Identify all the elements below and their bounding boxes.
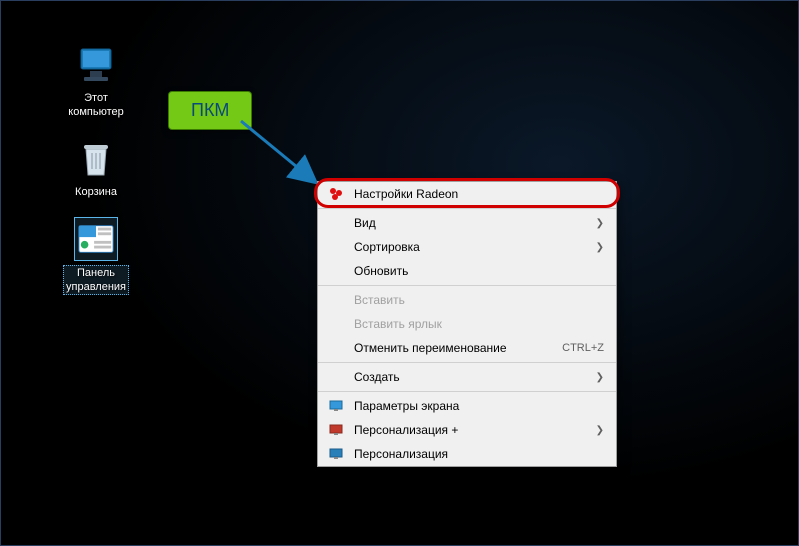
control-panel-icon[interactable]: Панель управления	[56, 217, 136, 295]
chevron-right-icon: ❯	[596, 242, 604, 253]
keyboard-shortcut: CTRL+Z	[562, 342, 604, 354]
chevron-right-icon: ❯	[596, 218, 604, 229]
personalize-plus-icon	[328, 422, 344, 438]
personalize-icon	[328, 446, 344, 462]
arrow-annotation	[236, 116, 326, 196]
separator	[318, 285, 616, 286]
menu-label: Вид	[354, 216, 376, 230]
menu-item-radeon[interactable]: Настройки Radeon	[318, 182, 616, 206]
menu-item-paste: Вставить	[318, 288, 616, 312]
menu-item-refresh[interactable]: Обновить	[318, 259, 616, 283]
menu-label: Вставить	[354, 293, 405, 307]
menu-item-new[interactable]: Создать ❯	[318, 365, 616, 389]
separator	[318, 362, 616, 363]
separator	[318, 208, 616, 209]
this-pc-icon[interactable]: Этот компьютер	[56, 43, 136, 119]
menu-item-view[interactable]: Вид ❯	[318, 211, 616, 235]
separator	[318, 391, 616, 392]
menu-label: Параметры экрана	[354, 399, 459, 413]
menu-label: Отменить переименование	[354, 341, 507, 355]
computer-icon	[74, 43, 118, 87]
menu-item-display[interactable]: Параметры экрана	[318, 394, 616, 418]
menu-item-personalize-plus[interactable]: Персонализация + ❯	[318, 418, 616, 442]
callout-text: ПКМ	[191, 100, 229, 120]
menu-item-sort[interactable]: Сортировка ❯	[318, 235, 616, 259]
desktop-icons-area: Этот компьютер Корзина Панель управления	[56, 43, 136, 295]
menu-label: Персонализация	[354, 447, 448, 461]
bin-icon	[74, 137, 118, 181]
display-icon	[328, 398, 344, 414]
icon-label: Корзина	[75, 185, 117, 199]
icon-label: Панель управления	[63, 265, 129, 295]
menu-label: Настройки Radeon	[354, 187, 458, 201]
chevron-right-icon: ❯	[596, 372, 604, 383]
icon-label: Этот компьютер	[68, 91, 123, 119]
menu-item-paste-shortcut: Вставить ярлык	[318, 312, 616, 336]
desktop-context-menu: Настройки Radeon Вид ❯ Сортировка ❯ Обно…	[317, 181, 617, 467]
menu-label: Персонализация +	[354, 423, 458, 437]
menu-label: Обновить	[354, 264, 408, 278]
chevron-right-icon: ❯	[596, 425, 604, 436]
menu-label: Сортировка	[354, 240, 420, 254]
menu-item-undo[interactable]: Отменить переименование CTRL+Z	[318, 336, 616, 360]
menu-label: Вставить ярлык	[354, 317, 442, 331]
menu-item-personalize[interactable]: Персонализация	[318, 442, 616, 466]
recycle-bin-icon[interactable]: Корзина	[56, 137, 136, 199]
menu-label: Создать	[354, 370, 400, 384]
panel-icon	[74, 217, 118, 261]
radeon-icon	[328, 186, 344, 202]
